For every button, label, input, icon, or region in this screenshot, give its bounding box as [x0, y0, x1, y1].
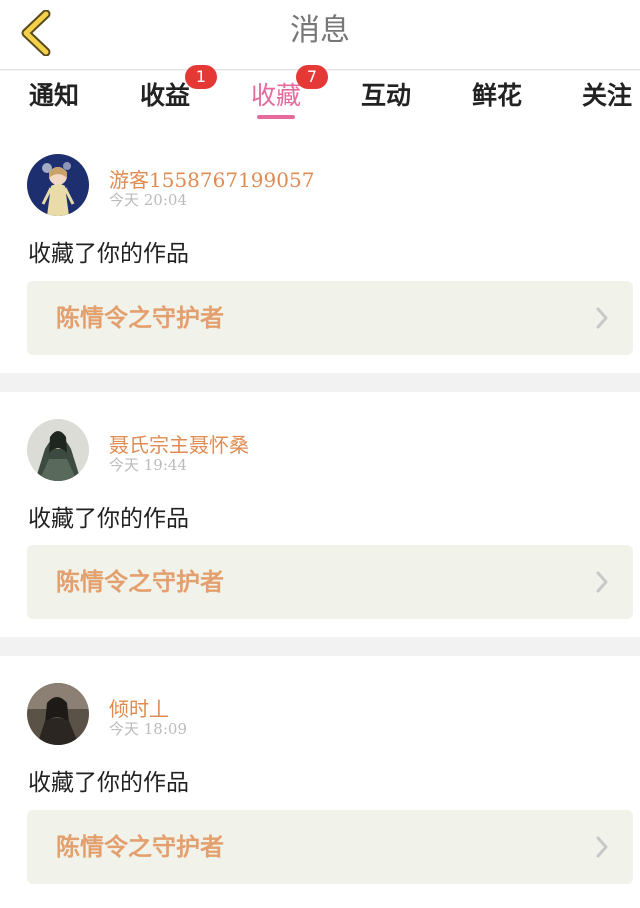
unread-badge: 7 [296, 65, 328, 89]
action-text: 收藏了你的作品 [28, 506, 189, 532]
work-link[interactable]: 陈情令之守护者 [27, 810, 633, 884]
avatar[interactable] [27, 419, 89, 481]
timestamp: 今天 18:09 [109, 720, 187, 738]
chevron-right-icon [596, 836, 608, 858]
work-title: 陈情令之守护者 [56, 832, 224, 861]
work-link[interactable]: 陈情令之守护者 [27, 545, 633, 619]
message-card: 游客1558767199057 今天 20:04 收藏了你的作品 陈情令之守护者 [0, 127, 640, 373]
tab-label: 收益 [139, 81, 190, 110]
avatar-image [27, 154, 89, 216]
tab-flowers[interactable]: 鲜花 [449, 71, 545, 127]
tab-favorites[interactable]: 收藏 7 [228, 65, 328, 127]
chevron-right-icon [596, 571, 608, 593]
tab-earnings[interactable]: 收益 1 [117, 65, 217, 127]
tab-label: 鲜花 [471, 81, 522, 110]
tab-follow[interactable]: 关注 [559, 71, 640, 127]
tab-notifications[interactable]: 通知 [6, 71, 102, 127]
avatar-image [27, 683, 89, 745]
page-title: 消息 [290, 13, 350, 48]
tab-interactions[interactable]: 互动 [338, 71, 434, 127]
message-card: 聂氏宗主聂怀桑 今天 19:44 收藏了你的作品 陈情令之守护者 [0, 392, 640, 637]
tab-label: 通知 [28, 81, 79, 110]
unread-badge: 1 [185, 65, 217, 89]
work-title: 陈情令之守护者 [56, 567, 224, 596]
timestamp: 今天 19:44 [109, 456, 187, 474]
work-link[interactable]: 陈情令之守护者 [27, 281, 633, 355]
header-bar: 消息 [0, 0, 640, 70]
action-text: 收藏了你的作品 [28, 241, 189, 267]
message-card: 倾时丄 今天 18:09 收藏了你的作品 陈情令之守护者 [0, 656, 640, 908]
avatar[interactable] [27, 154, 89, 216]
chevron-right-icon [596, 307, 608, 329]
tab-label: 收藏 [250, 81, 301, 110]
avatar-image [27, 419, 89, 481]
tab-label: 关注 [581, 81, 632, 110]
work-title: 陈情令之守护者 [56, 303, 224, 332]
avatar[interactable] [27, 683, 89, 745]
active-tab-indicator [257, 115, 295, 119]
tab-bar: 通知 收益 1 收藏 7 互动 鲜花 关注 [0, 65, 640, 127]
tab-label: 互动 [360, 81, 411, 110]
timestamp: 今天 20:04 [109, 191, 187, 209]
action-text: 收藏了你的作品 [28, 770, 189, 796]
